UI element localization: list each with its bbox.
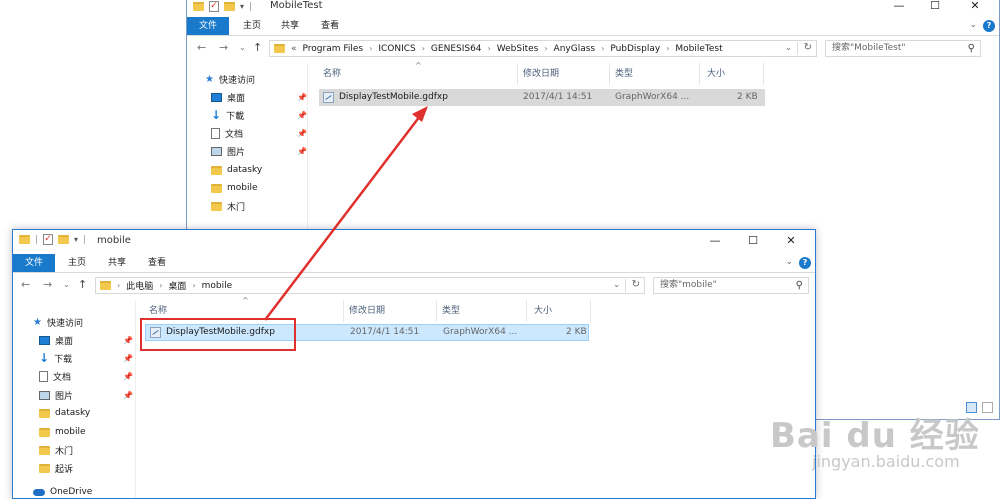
baidu-watermark-url: jingyan.baidu.com [812,452,960,471]
baidu-watermark-logo: Bai du 经验 [770,416,980,456]
